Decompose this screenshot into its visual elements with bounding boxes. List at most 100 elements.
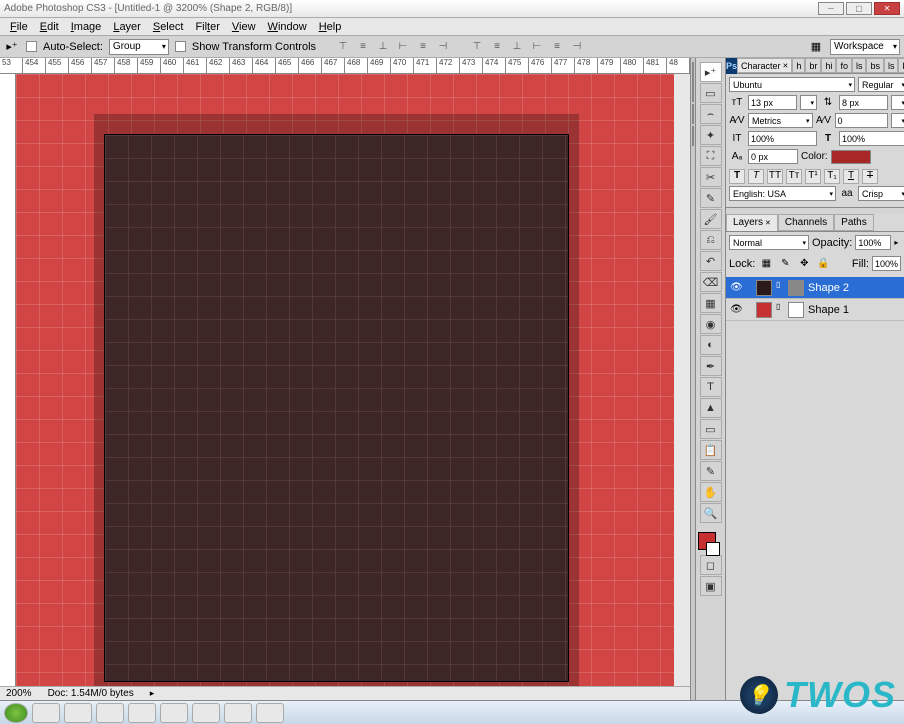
menu-filter[interactable]: Filter <box>189 21 225 33</box>
tracking-field[interactable]: 0 <box>835 113 889 128</box>
menu-help[interactable]: Help <box>313 21 348 33</box>
taskbar-item[interactable] <box>128 703 156 723</box>
align-hcenter-icon[interactable]: ≡ <box>416 40 430 54</box>
quick-mask-toggle[interactable]: ◻ <box>700 555 722 575</box>
menu-layer[interactable]: Layer <box>107 21 147 33</box>
smallcaps-button[interactable]: Tᴛ <box>786 169 802 184</box>
opacity-field[interactable]: 100% <box>855 235 891 250</box>
menu-file[interactable]: File <box>4 21 34 33</box>
baseline-field[interactable]: 0 px <box>748 149 798 164</box>
layer-name[interactable]: Shape 2 <box>808 282 849 294</box>
collapsed-panel-tab[interactable] <box>692 126 694 146</box>
blur-tool[interactable]: ◉ <box>700 314 722 334</box>
shape-2-object[interactable] <box>104 134 569 682</box>
mini-tab[interactable]: ls <box>884 58 899 73</box>
workspace-dropdown[interactable]: Workspace <box>830 39 900 55</box>
visibility-icon[interactable]: 👁 <box>730 282 742 294</box>
taskbar-item[interactable] <box>192 703 220 723</box>
mini-tab[interactable]: bs <box>866 58 884 73</box>
distribute-bottom-icon[interactable]: ⊥ <box>510 40 524 54</box>
kerning-dropdown[interactable]: Metrics <box>748 113 813 128</box>
layers-tab[interactable]: Layers✕ <box>726 214 778 231</box>
marquee-tool[interactable]: ▭ <box>700 83 722 103</box>
taskbar-item[interactable] <box>32 703 60 723</box>
gradient-tool[interactable]: ▦ <box>700 293 722 313</box>
align-bottom-icon[interactable]: ⊥ <box>376 40 390 54</box>
auto-select-checkbox[interactable] <box>26 41 37 52</box>
antialias-dropdown[interactable]: Crisp <box>858 186 904 201</box>
mini-tab[interactable]: br <box>805 58 821 73</box>
taskbar-item[interactable] <box>224 703 252 723</box>
minimize-button[interactable]: ─ <box>818 2 844 15</box>
close-button[interactable]: ✕ <box>874 2 900 15</box>
layer-row[interactable]: 👁 ▯ Shape 1 <box>726 299 904 321</box>
pen-tool[interactable]: ✒ <box>700 356 722 376</box>
move-tool[interactable]: ▸⁺ <box>700 62 722 82</box>
channels-tab[interactable]: Channels <box>778 214 834 231</box>
align-left-icon[interactable]: ⊢ <box>396 40 410 54</box>
underline-button[interactable]: T <box>843 169 859 184</box>
character-tab[interactable]: Character✕ <box>737 58 792 73</box>
vector-mask-thumbnail[interactable] <box>788 280 804 296</box>
menu-image[interactable]: Image <box>65 21 108 33</box>
type-tool[interactable]: T <box>700 377 722 397</box>
taskbar-item[interactable] <box>256 703 284 723</box>
layer-thumbnail[interactable] <box>756 280 772 296</box>
mini-tab[interactable]: h <box>792 58 805 73</box>
magic-wand-tool[interactable]: ✦ <box>700 125 722 145</box>
distribute-vcenter-icon[interactable]: ≡ <box>490 40 504 54</box>
lock-transparency-icon[interactable]: ▦ <box>758 256 774 271</box>
mini-tab[interactable]: hi <box>821 58 836 73</box>
maximize-button[interactable]: ▢ <box>846 2 872 15</box>
distribute-right-icon[interactable]: ⊣ <box>570 40 584 54</box>
align-top-icon[interactable]: ⊤ <box>336 40 350 54</box>
tracking-dropdown[interactable] <box>891 113 904 128</box>
menu-window[interactable]: Window <box>262 21 313 33</box>
screen-mode-toggle[interactable]: ▣ <box>700 576 722 596</box>
healing-brush-tool[interactable]: ✎ <box>700 188 722 208</box>
layer-name[interactable]: Shape 1 <box>808 304 849 316</box>
text-color-swatch[interactable] <box>831 150 871 164</box>
mini-tab[interactable]: fo <box>836 58 852 73</box>
leading-dropdown[interactable] <box>891 95 904 110</box>
font-family-dropdown[interactable]: Ubuntu <box>729 77 855 92</box>
collapsed-panel-tab[interactable] <box>692 62 694 102</box>
mini-tab[interactable]: bs <box>898 58 904 73</box>
history-brush-tool[interactable]: ↶ <box>700 251 722 271</box>
shape-tool[interactable]: ▭ <box>700 419 722 439</box>
strikethrough-button[interactable]: T <box>862 169 878 184</box>
align-vcenter-icon[interactable]: ≡ <box>356 40 370 54</box>
eraser-tool[interactable]: ⌫ <box>700 272 722 292</box>
lock-position-icon[interactable]: ✥ <box>796 256 812 271</box>
clone-stamp-tool[interactable]: ⎌ <box>700 230 722 250</box>
visibility-icon[interactable]: 👁 <box>730 304 742 316</box>
superscript-button[interactable]: T¹ <box>805 169 821 184</box>
notes-tool[interactable]: 📋 <box>700 440 722 460</box>
distribute-left-icon[interactable]: ⊢ <box>530 40 544 54</box>
collapsed-panel-tab[interactable] <box>692 104 694 124</box>
lasso-tool[interactable]: ⌢ <box>700 104 722 124</box>
font-style-dropdown[interactable]: Regular <box>858 77 904 92</box>
layer-thumbnail[interactable] <box>756 302 772 318</box>
start-button[interactable] <box>4 703 28 723</box>
eyedropper-tool[interactable]: ✎ <box>700 461 722 481</box>
layer-row[interactable]: 👁 ▯ Shape 2 <box>726 277 904 299</box>
hand-tool[interactable]: ✋ <box>700 482 722 502</box>
subscript-button[interactable]: T₁ <box>824 169 840 184</box>
font-size-field[interactable]: 13 px <box>748 95 797 110</box>
canvas[interactable] <box>16 74 674 686</box>
leading-field[interactable]: 8 px <box>839 95 888 110</box>
show-transform-checkbox[interactable] <box>175 41 186 52</box>
slice-tool[interactable]: ✂ <box>700 167 722 187</box>
language-dropdown[interactable]: English: USA <box>729 186 836 201</box>
distribute-top-icon[interactable]: ⊤ <box>470 40 484 54</box>
fill-field[interactable]: 100% <box>872 256 901 271</box>
paths-tab[interactable]: Paths <box>834 214 874 231</box>
bold-button[interactable]: T <box>729 169 745 184</box>
dodge-tool[interactable]: ◐ <box>700 335 722 355</box>
italic-button[interactable]: T <box>748 169 764 184</box>
hscale-field[interactable]: 100% <box>839 131 904 146</box>
taskbar-item[interactable] <box>96 703 124 723</box>
menu-select[interactable]: Select <box>147 21 190 33</box>
lock-all-icon[interactable]: 🔒 <box>815 256 831 271</box>
